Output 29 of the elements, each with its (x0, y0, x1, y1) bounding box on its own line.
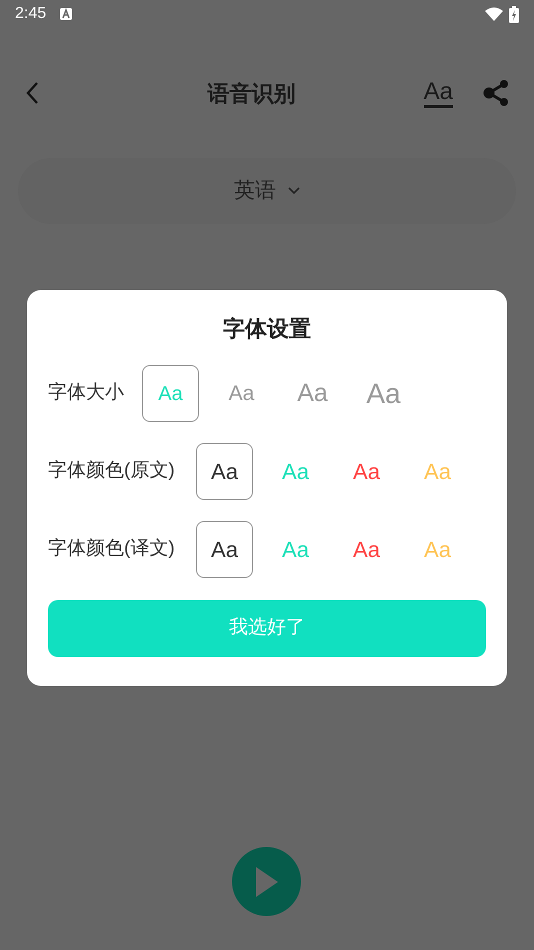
battery-icon (509, 6, 519, 22)
font-settings-button[interactable]: Aa (424, 78, 453, 108)
font-option[interactable]: Aa (196, 443, 253, 500)
font-option[interactable]: Aa (338, 443, 395, 500)
setting-label: 字体颜色(译文) (48, 537, 176, 562)
font-option[interactable]: Aa (338, 521, 395, 578)
notification-icon (60, 8, 72, 20)
setting-label: 字体颜色(原文) (48, 459, 176, 484)
wifi-icon (485, 7, 503, 21)
font-option[interactable]: Aa (355, 365, 412, 422)
language-label: 英语 (234, 178, 276, 204)
chevron-down-icon (288, 187, 300, 195)
status-time: 2:45 (15, 4, 46, 24)
confirm-button[interactable]: 我选好了 (48, 600, 486, 657)
setting-label: 字体大小 (48, 381, 125, 406)
language-selector[interactable]: 英语 (18, 158, 516, 224)
font-option[interactable]: Aa (409, 521, 466, 578)
font-option[interactable]: Aa (267, 521, 324, 578)
play-icon (256, 866, 278, 896)
font-option[interactable]: Aa (409, 443, 466, 500)
dialog-title: 字体设置 (223, 315, 311, 343)
font-option[interactable]: Aa (142, 365, 199, 422)
font-option[interactable]: Aa (267, 443, 324, 500)
font-option[interactable]: Aa (284, 365, 341, 422)
page-title: 语音识别 (207, 80, 296, 108)
share-icon[interactable] (483, 79, 509, 107)
font-option[interactable]: Aa (196, 521, 253, 578)
back-icon[interactable] (25, 81, 39, 105)
font-option[interactable]: Aa (213, 365, 270, 422)
